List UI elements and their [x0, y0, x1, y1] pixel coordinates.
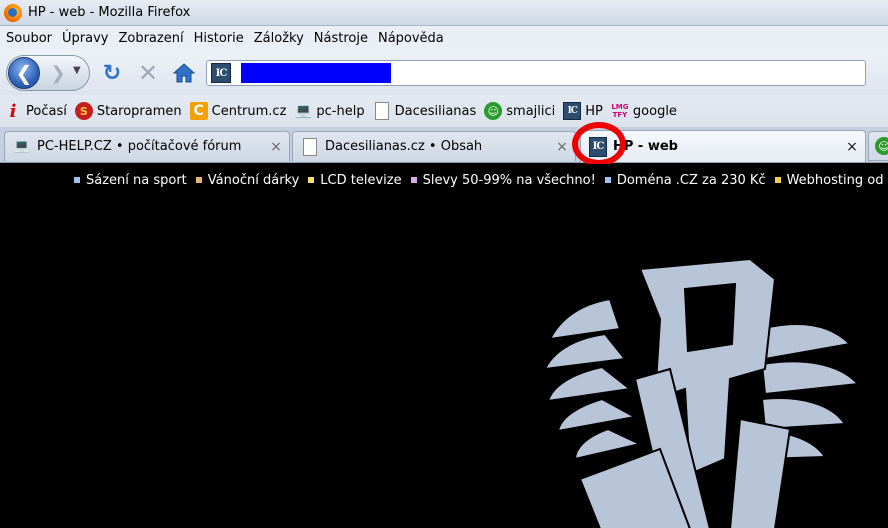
back-forward-group: ❮ ❯ ▼ [6, 55, 90, 91]
menu-historie[interactable]: Historie [194, 31, 244, 46]
ad-link[interactable]: Vánoční dárky [195, 173, 299, 188]
close-tab-icon[interactable]: × [267, 139, 285, 155]
centrum-icon: C [189, 102, 208, 120]
ad-link[interactable]: Webhosting od 19 Kč [774, 173, 888, 188]
menu-napoveda[interactable]: Nápověda [378, 31, 444, 46]
page-icon [301, 137, 319, 156]
bookmarks-toolbar: i Počasí S Staropramen C Centrum.cz 💻 pc… [0, 95, 888, 127]
info-icon: i [9, 100, 17, 122]
url-text-redacted [241, 63, 391, 83]
reload-icon: ↻ [102, 60, 122, 86]
home-button[interactable] [170, 59, 198, 87]
ad-link[interactable]: LCD televize [308, 173, 402, 188]
ad-link[interactable]: Sázení na sport [74, 173, 187, 188]
bookmark-staropramen[interactable]: S Staropramen [74, 102, 182, 120]
firefox-icon [4, 3, 22, 22]
laptop-icon: 💻 [13, 139, 31, 154]
ad-bullet [308, 177, 315, 183]
ad-bullet [774, 177, 781, 183]
ad-links-bar: Sázení na sport Vánoční dárky LCD televi… [0, 170, 888, 190]
bookmark-label: smajlici [506, 103, 556, 119]
bookmark-centrum[interactable]: C Centrum.cz [189, 102, 287, 120]
staropramen-icon: S [74, 102, 93, 120]
bookmark-label: Centrum.cz [211, 103, 287, 119]
home-icon [172, 63, 196, 83]
ad-link[interactable]: Doména .CZ za 230 Kč [604, 173, 766, 188]
bookmark-google[interactable]: LMG TFY google [611, 102, 677, 120]
close-tab-icon[interactable]: × [553, 139, 571, 155]
lmgtfy-icon: LMG TFY [611, 103, 629, 119]
navigation-toolbar: ❮ ❯ ▼ ↻ ✕ IC [0, 51, 888, 95]
stop-icon: ✕ [137, 59, 159, 87]
menu-soubor[interactable]: Soubor [6, 31, 52, 46]
bookmark-hp[interactable]: IC HP [563, 102, 603, 120]
tab-partial[interactable]: ☺ [868, 131, 888, 161]
tab-dacesilianas[interactable]: Dacesilianas.cz • Obsah × [292, 131, 576, 161]
forward-button[interactable]: ❯ [47, 62, 69, 84]
menu-zalozky[interactable]: Záložky [254, 31, 304, 46]
smajlici-icon: ☺ [875, 137, 888, 155]
forward-arrow-icon: ❯ [50, 62, 66, 84]
ad-bullet [195, 177, 202, 183]
laptop-icon: 💻 [294, 103, 313, 119]
menu-upravy[interactable]: Úpravy [62, 31, 108, 46]
title-bar: HP - web - Mozilla Firefox [0, 0, 888, 26]
hp-icon: IC [563, 102, 582, 120]
ad-bullet [410, 177, 417, 183]
history-dropdown-icon[interactable]: ▼ [73, 65, 81, 76]
bookmark-smajlici[interactable]: ☺ smajlici [484, 102, 555, 120]
menu-nastroje[interactable]: Nástroje [314, 31, 368, 46]
back-button[interactable]: ❮ [8, 57, 40, 89]
tab-bar: 💻 PC-HELP.CZ • počítačové fórum × Dacesi… [0, 127, 888, 163]
page-content: Sázení na sport Vánoční dárky LCD televi… [0, 164, 888, 528]
winged-logo-graphic [543, 259, 861, 528]
smajlici-icon: ☺ [484, 102, 503, 120]
site-identity-icon[interactable]: IC [211, 63, 231, 83]
ad-bullet [74, 177, 80, 183]
tab-pc-help[interactable]: 💻 PC-HELP.CZ • počítačové fórum × [4, 131, 290, 161]
tab-label: HP - web [613, 139, 678, 154]
close-tab-icon[interactable]: × [843, 139, 861, 155]
bookmark-pc-help[interactable]: 💻 pc-help [294, 102, 365, 120]
bookmark-label: Počasí [26, 103, 67, 119]
stop-button[interactable]: ✕ [134, 59, 162, 87]
bookmark-label: pc-help [316, 103, 365, 119]
ad-link[interactable]: Slevy 50-99% na všechno! [410, 173, 596, 188]
bookmark-label: HP [585, 103, 603, 119]
bookmark-label: Staropramen [96, 103, 182, 119]
menu-bar: Soubor Úpravy Zobrazení Historie Záložky… [0, 26, 888, 51]
tab-label: PC-HELP.CZ • počítačové fórum [37, 139, 242, 154]
page-icon [373, 102, 391, 120]
bookmark-pocasi[interactable]: i Počasí [4, 100, 67, 122]
address-bar[interactable]: IC [206, 60, 866, 86]
reload-button[interactable]: ↻ [98, 59, 126, 87]
highlight-circle [572, 122, 626, 166]
ad-bullet [604, 177, 611, 183]
bookmark-dacesilianas[interactable]: Dacesilianas [373, 102, 477, 120]
menu-zobrazeni[interactable]: Zobrazení [118, 31, 183, 46]
bookmark-label: google [632, 103, 677, 119]
tab-label: Dacesilianas.cz • Obsah [325, 139, 483, 154]
bookmark-label: Dacesilianas [394, 103, 477, 119]
window-title: HP - web - Mozilla Firefox [28, 5, 191, 20]
back-arrow-icon: ❮ [15, 61, 33, 85]
